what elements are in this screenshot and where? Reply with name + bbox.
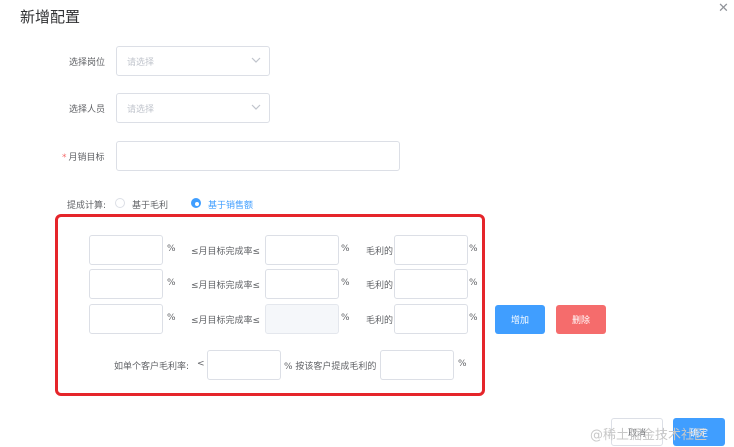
- single-customer-suffix: %: [458, 359, 467, 369]
- monthly-target-label: * 月销目标: [62, 150, 105, 163]
- single-customer-prefix: 如单个客户毛利率:: [114, 362, 190, 372]
- tier-1-min-unit: %: [167, 244, 176, 254]
- tier-2-min-unit: %: [167, 278, 176, 288]
- radio-sales[interactable]: [191, 198, 201, 208]
- tier-2-rate-label: 毛利的: [366, 281, 394, 291]
- dialog-title: 新增配置: [20, 8, 81, 26]
- tier-2-max-input[interactable]: [265, 269, 339, 299]
- tier-1-rate-input[interactable]: [394, 235, 468, 265]
- watermark-text: @稀土掘金技术社区: [590, 428, 708, 443]
- tier-1-rate-label: 毛利的: [366, 247, 394, 257]
- single-customer-margin-input[interactable]: [207, 350, 281, 380]
- single-customer-middle: % 按该客户提成毛利的: [284, 362, 377, 372]
- position-placeholder: 请选择: [127, 57, 155, 68]
- radio-gross-profit[interactable]: [115, 198, 125, 208]
- position-label: 选择岗位: [69, 58, 106, 68]
- single-customer-comparator: <: [197, 359, 205, 369]
- tier-3-rate-unit: %: [469, 313, 478, 323]
- monthly-target-input[interactable]: [116, 141, 400, 171]
- tier-2-rate-input[interactable]: [394, 269, 468, 299]
- tier-2-max-unit: %: [341, 278, 350, 288]
- chevron-down-icon: [251, 57, 261, 63]
- tier-1-max-input[interactable]: [265, 235, 339, 265]
- tier-1-max-unit: %: [341, 244, 350, 254]
- tier-3-max-input: [265, 304, 339, 334]
- radio-sales-label[interactable]: 基于销售额: [208, 198, 253, 211]
- tier-3-min-input[interactable]: [89, 304, 163, 334]
- tier-3-rate-input[interactable]: [394, 304, 468, 334]
- person-placeholder: 请选择: [127, 104, 155, 115]
- tier-3-rate-label: 毛利的: [366, 316, 394, 326]
- tier-1-condition: ≤月目标完成率≤: [191, 247, 261, 257]
- chevron-down-icon: [251, 104, 261, 110]
- person-select[interactable]: 请选择: [116, 93, 270, 123]
- tier-1-rate-unit: %: [469, 244, 478, 254]
- required-mark: *: [62, 153, 67, 163]
- radio-gross-profit-label[interactable]: 基于毛利: [132, 198, 168, 211]
- delete-tier-button[interactable]: 删除: [556, 305, 606, 334]
- tier-2-min-input[interactable]: [89, 269, 163, 299]
- tier-3-min-unit: %: [167, 313, 176, 323]
- tier-2-rate-unit: %: [469, 278, 478, 288]
- single-customer-rate-input[interactable]: [380, 350, 454, 380]
- monthly-target-label-text: 月销目标: [68, 153, 105, 163]
- tier-3-condition: ≤月目标完成率≤: [191, 316, 261, 326]
- person-label: 选择人员: [69, 105, 106, 115]
- tier-2-condition: ≤月目标完成率≤: [191, 281, 261, 291]
- tier-1-min-input[interactable]: [89, 235, 163, 265]
- add-tier-button[interactable]: 增加: [495, 305, 545, 334]
- tier-3-max-unit: %: [341, 313, 350, 323]
- close-icon[interactable]: ✕: [718, 2, 729, 16]
- position-select[interactable]: 请选择: [116, 46, 270, 76]
- commission-label: 提成计算:: [67, 201, 107, 211]
